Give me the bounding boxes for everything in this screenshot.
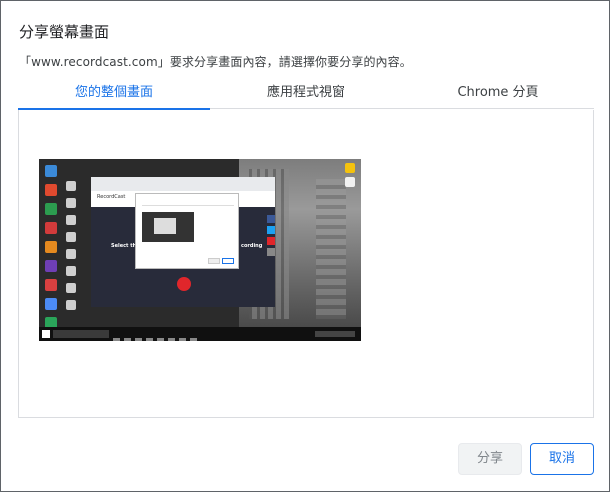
share-screen-dialog: 分享螢幕畫面 「www.recordcast.com」要求分享畫面內容，請選擇你…: [0, 0, 610, 492]
screen-thumbnail[interactable]: RecordCast Select the cording: [39, 159, 361, 341]
dialog-title: 分享螢幕畫面: [19, 23, 110, 41]
nested-cancel-button: [222, 258, 234, 264]
share-button[interactable]: 分享: [458, 443, 522, 475]
system-tray: [315, 331, 355, 337]
taskbar-search: [53, 330, 109, 338]
nested-share-button: [208, 258, 220, 264]
tab-entire-screen[interactable]: 您的整個畫面: [18, 79, 210, 110]
record-button-icon: [177, 277, 191, 291]
hero-text-right: cording: [241, 243, 263, 249]
desktop-icons-column-1: [41, 161, 63, 329]
cancel-button[interactable]: 取消: [530, 443, 594, 475]
source-list-panel: RecordCast Select the cording: [18, 110, 594, 418]
windows-taskbar: [39, 327, 361, 341]
browser-tabbar: [91, 177, 275, 191]
taskbar-apps: [113, 330, 233, 341]
nested-thumbnail: [142, 212, 194, 242]
tab-application-window[interactable]: 應用程式視窗: [210, 79, 402, 109]
site-logo: RecordCast: [97, 194, 126, 200]
source-tabs: 您的整個畫面 應用程式視窗 Chrome 分頁: [18, 79, 594, 110]
tab-chrome-tab[interactable]: Chrome 分頁: [402, 79, 594, 109]
desktop-icons-right: [343, 161, 357, 191]
nested-tabs: [142, 200, 234, 206]
social-share-strip: [267, 215, 275, 259]
nested-share-dialog-preview: [135, 193, 239, 269]
desktop-icons-column-2: [63, 177, 79, 317]
start-icon: [42, 330, 50, 338]
dialog-subtitle: 「www.recordcast.com」要求分享畫面內容，請選擇你要分享的內容。: [19, 55, 412, 69]
